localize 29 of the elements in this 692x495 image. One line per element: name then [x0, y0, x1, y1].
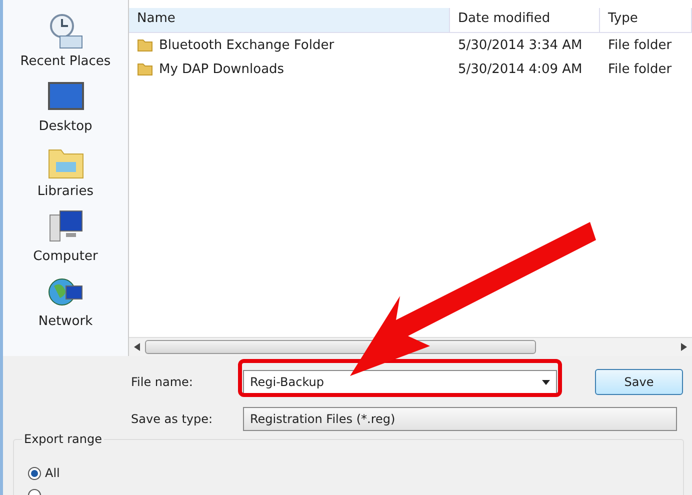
file-row[interactable]: Bluetooth Exchange Folder 5/30/2014 3:34 AM File folder	[129, 33, 692, 57]
scroll-right-icon[interactable]	[681, 343, 687, 351]
file-type: File folder	[607, 38, 673, 52]
dropdown-caret-icon[interactable]	[542, 380, 550, 384]
save-as-type-label: Save as type:	[131, 412, 214, 426]
column-header[interactable]: Date modified	[450, 8, 600, 32]
radio-label: All	[45, 466, 60, 480]
place-item[interactable]: Network	[10, 272, 120, 329]
scroll-left-icon[interactable]	[134, 343, 140, 351]
place-item[interactable]: Computer	[10, 207, 120, 264]
folder-icon	[137, 37, 153, 53]
radio-button[interactable]	[28, 466, 41, 480]
place-item[interactable]: Libraries	[10, 142, 120, 199]
file-name-field[interactable]: Regi-Backup	[243, 370, 557, 394]
column-header[interactable]: Type	[600, 8, 692, 32]
file-type: File folder	[607, 62, 673, 76]
folder-icon	[137, 61, 153, 77]
save-button[interactable]: Save	[595, 369, 683, 395]
place-item[interactable]: Recent Places	[10, 12, 120, 69]
file-name: Bluetooth Exchange Folder	[159, 38, 334, 52]
place-item[interactable]: Desktop	[10, 77, 120, 134]
file-row[interactable]: My DAP Downloads 5/30/2014 4:09 AM File folder	[129, 57, 692, 81]
file-date: 5/30/2014 3:34 AM	[457, 38, 584, 52]
file-name-label: File name:	[131, 375, 194, 389]
column-header[interactable]: Name	[129, 8, 450, 32]
group-title: Export range	[22, 432, 104, 446]
save-as-type-dropdown[interactable]: Registration Files (*.reg)	[243, 407, 677, 431]
file-date: 5/30/2014 4:09 AM	[457, 62, 584, 76]
file-name: My DAP Downloads	[159, 62, 284, 76]
